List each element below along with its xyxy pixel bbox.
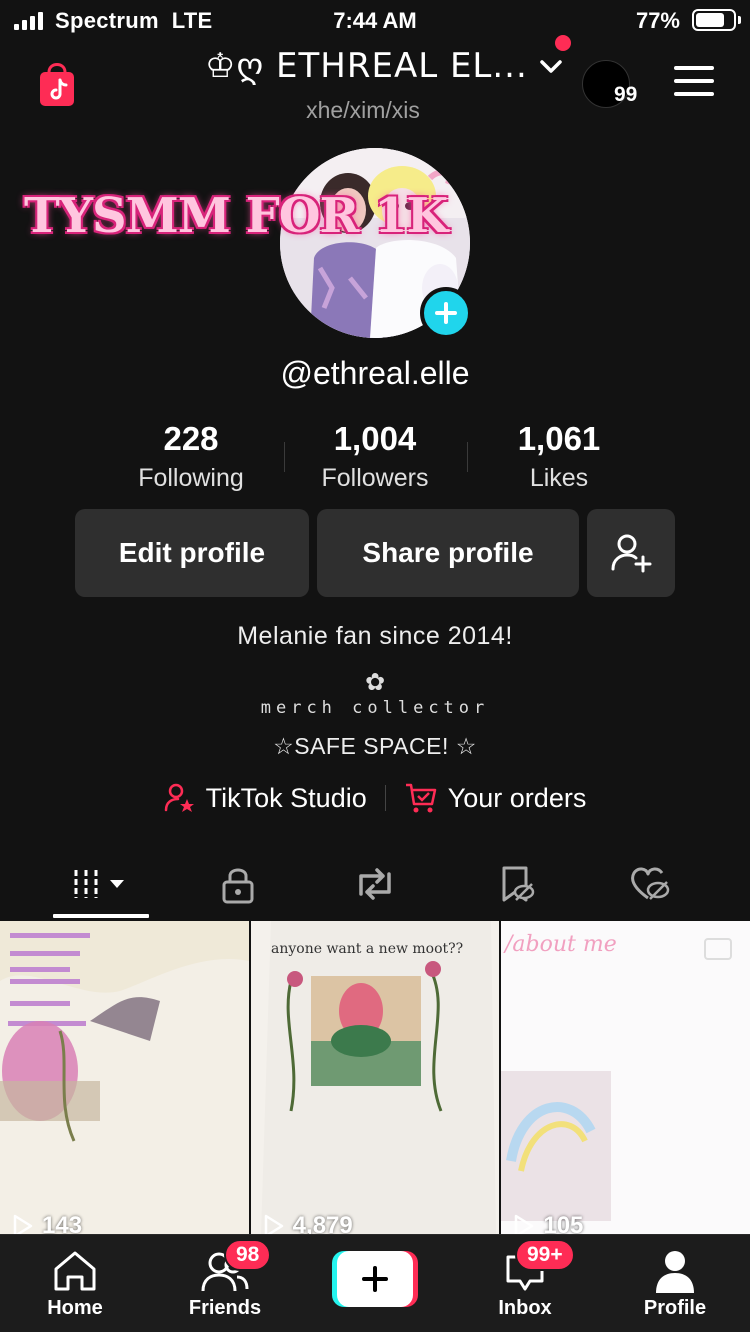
video-grid: 143 anyone want a new moot?? 4,879 /abou… [0,921,750,1234]
battery-percent: 77% [635,8,680,33]
tab-private[interactable] [163,858,313,910]
nav-profile[interactable]: Profile [600,1247,750,1320]
tab-liked[interactable] [575,858,725,910]
profile-links: TikTok Studio Your orders [0,782,750,814]
story-count: 99 [614,83,638,106]
repost-icon [359,868,391,900]
flower-icon: ✿ [364,669,386,696]
creator-icon [164,783,194,812]
account-name: ♔ღ ETHREAL EL... [205,46,528,86]
chevron-down-icon [540,60,562,73]
stat-following[interactable]: 228 Following [96,420,286,493]
tab-favorites[interactable] [441,858,591,910]
active-tab-indicator [53,914,149,918]
view-count: 4,879 [263,1212,353,1234]
inbox-badge: 99+ [515,1239,575,1271]
video-thumbnail[interactable]: /about me 105 [501,921,750,1234]
play-icon [13,1214,33,1234]
bio-line-2: merch collector [260,698,490,718]
cart-icon [405,783,436,813]
bookmark-hidden-icon [502,866,535,902]
view-count: 105 [513,1212,583,1234]
profile-tabs [0,850,750,920]
play-icon [264,1214,283,1234]
tiktok-studio-link[interactable]: TikTok Studio [164,782,367,814]
video-thumbnail[interactable]: anyone want a new moot?? 4,879 [250,921,500,1234]
grid-icon [74,870,124,898]
status-bar: Spectrum LTE 7:44 AM 77% [0,0,750,44]
add-user-icon [611,534,652,573]
stat-followers[interactable]: 1,004 Followers [280,420,470,493]
bio-line-1: Melanie fan since 2014! [237,622,513,650]
account-switcher[interactable]: ♔ღ ETHREAL EL... [205,46,564,86]
overlay-sticker-text: TYSMM FOR 1K [24,188,448,244]
create-button[interactable] [332,1251,418,1307]
play-icon [515,1214,534,1234]
heart-hidden-icon [631,867,670,900]
battery-icon [692,9,736,31]
nav-home[interactable]: Home [0,1247,150,1320]
plus-icon [435,302,457,324]
bio-line-3: ☆SAFE SPACE! ☆ [273,733,477,759]
share-profile-button[interactable]: Share profile [317,509,579,597]
profile-icon [656,1251,694,1293]
lock-icon [222,868,254,904]
thumbnail-caption: anyone want a new moot?? [271,941,463,957]
plus-icon [362,1266,388,1292]
home-icon [54,1251,96,1291]
friends-badge: 98 [224,1239,272,1271]
menu-icon[interactable] [674,66,714,100]
tab-videos[interactable] [25,858,175,910]
add-story-button[interactable] [420,287,472,339]
add-friends-button[interactable] [587,509,675,597]
your-orders-link[interactable]: Your orders [404,782,586,814]
username: @ethreal.elle [280,355,470,391]
thumbnail-caption: /about me [503,932,617,957]
view-count: 143 [12,1212,82,1234]
notification-dot [555,35,571,51]
bottom-nav: Home Friends 98 Inbox 99+ Profile [0,1234,750,1332]
video-thumbnail[interactable]: 143 [0,921,249,1234]
stat-likes[interactable]: 1,061 Likes [464,420,654,493]
edit-profile-button[interactable]: Edit profile [75,509,309,597]
tab-reposts[interactable] [300,858,450,910]
